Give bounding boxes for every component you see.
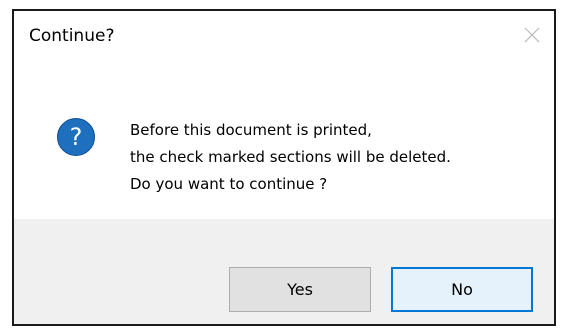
message-line: the check marked sections will be delete… <box>130 148 451 166</box>
continue-dialog: Continue? ? Before this document is prin… <box>12 9 556 326</box>
message-line: Do you want to continue ? <box>130 175 328 193</box>
dialog-message: Before this document is printed, the che… <box>130 117 451 198</box>
svg-text:?: ? <box>70 123 83 151</box>
dialog-title: Continue? <box>29 26 115 46</box>
dialog-content: ? Before this document is printed, the c… <box>14 61 554 219</box>
message-line: Before this document is printed, <box>130 121 372 139</box>
close-icon[interactable] <box>520 23 544 47</box>
button-bar: Yes No <box>14 219 554 324</box>
question-icon: ? <box>56 117 96 157</box>
yes-button[interactable]: Yes <box>229 267 371 312</box>
title-bar: Continue? <box>14 11 554 61</box>
no-button[interactable]: No <box>391 267 533 312</box>
